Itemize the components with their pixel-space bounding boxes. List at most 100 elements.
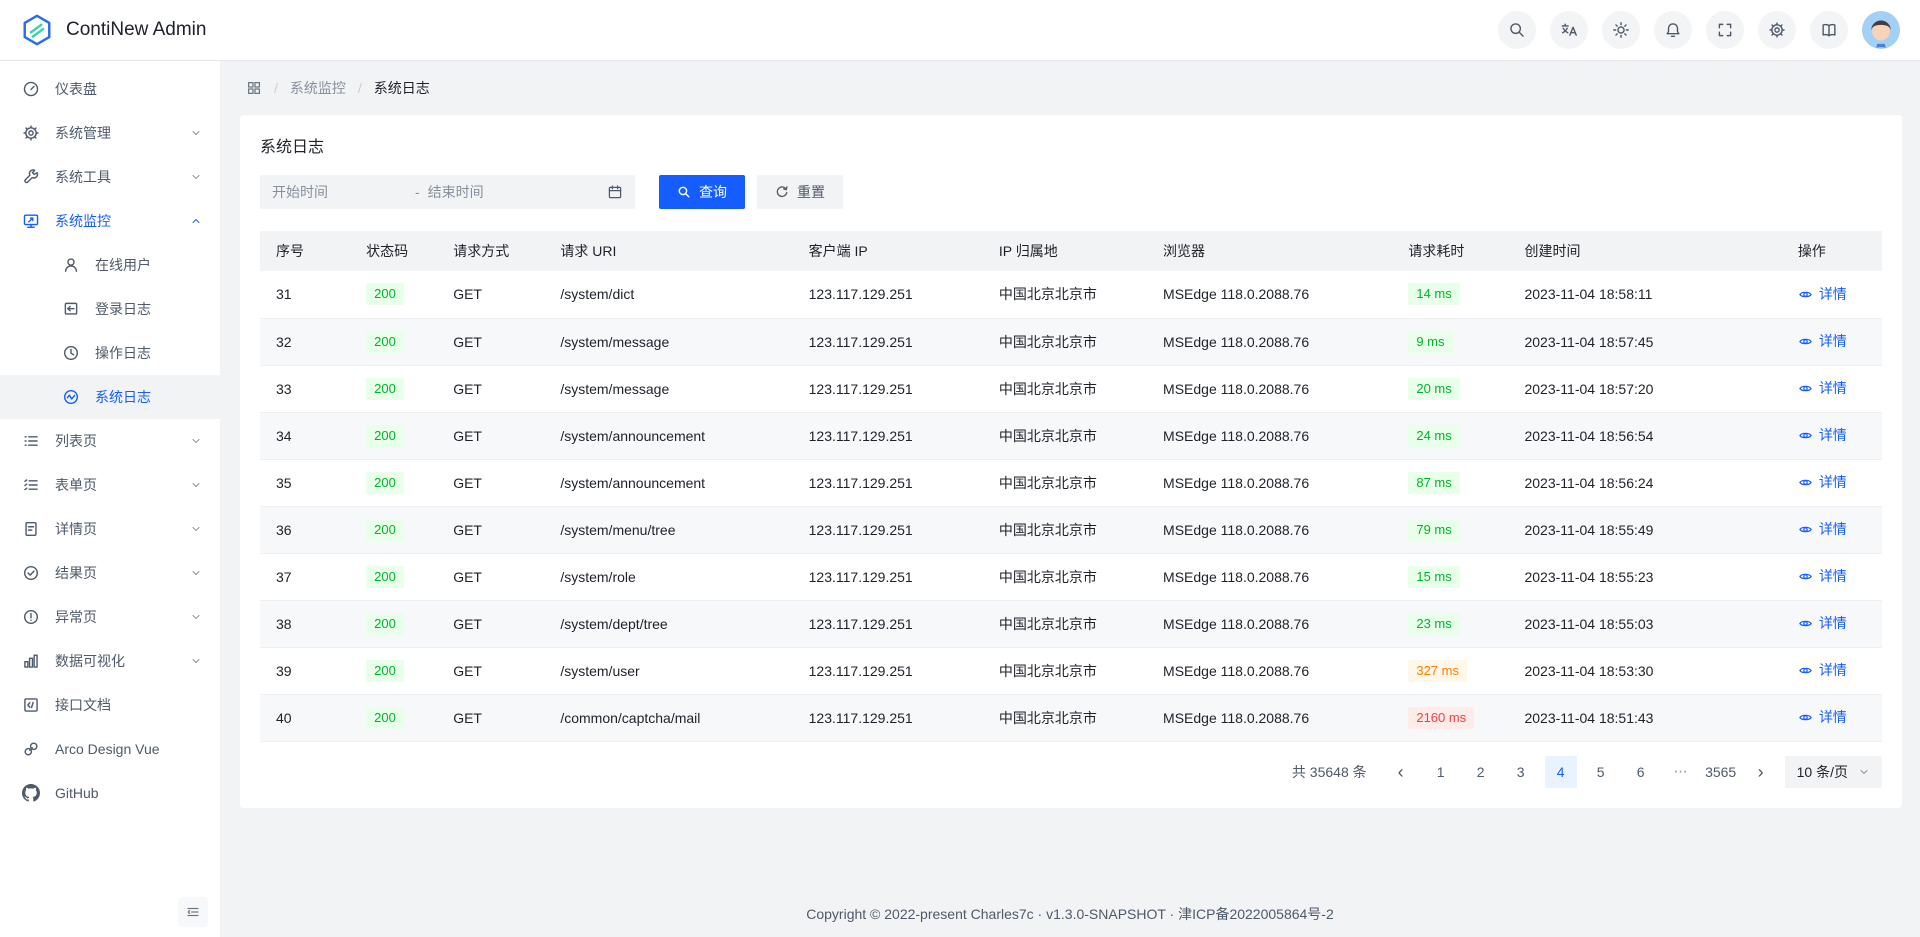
status-badge: 200 (366, 613, 404, 635)
cell-browser: MSEdge 118.0.2088.76 (1147, 271, 1392, 318)
cell-created: 2023-11-04 18:55:03 (1508, 600, 1781, 647)
brand-logo[interactable]: ContiNew Admin (20, 13, 206, 47)
detail-link[interactable]: 详情 (1798, 566, 1847, 586)
detail-link[interactable]: 详情 (1798, 519, 1847, 539)
fullscreen-button[interactable] (1706, 11, 1744, 49)
calendar-icon[interactable] (607, 184, 623, 200)
pagination-page-button[interactable]: 3565 (1705, 756, 1737, 788)
pagination-page-button[interactable]: 4 (1545, 756, 1577, 788)
sidebar-item-login-log[interactable]: 登录日志 (0, 287, 220, 331)
sidebar-item-label: 详情页 (55, 519, 175, 539)
eye-icon (1798, 334, 1813, 349)
col-method: 请求方式 (437, 231, 544, 271)
cell-client-ip: 123.117.129.251 (793, 506, 983, 553)
breadcrumb-item[interactable]: 系统监控 (290, 78, 346, 98)
search-button-label: 查询 (699, 182, 727, 202)
detail-link[interactable]: 详情 (1798, 660, 1847, 680)
sidebar-item-list-page[interactable]: 列表页 (0, 419, 220, 463)
pagination-page-button[interactable]: 2 (1465, 756, 1497, 788)
sidebar-item-arco-design-vue[interactable]: Arco Design Vue (0, 727, 220, 771)
start-time-input[interactable] (272, 184, 407, 200)
pagination-total: 共 35648 条 (1292, 762, 1367, 782)
sidebar-collapse-button[interactable] (178, 897, 208, 927)
sidebar-item-detail-page[interactable]: 详情页 (0, 507, 220, 551)
theme-toggle-button[interactable] (1602, 11, 1640, 49)
check-circle-icon (22, 564, 40, 582)
cell-client-ip: 123.117.129.251 (793, 647, 983, 694)
pagination-page-button[interactable]: ⋯ (1665, 756, 1697, 788)
status-badge: 200 (366, 566, 404, 588)
sidebar-item-api-docs[interactable]: 接口文档 (0, 683, 220, 727)
eye-icon (1798, 287, 1813, 302)
date-range-picker[interactable]: - (260, 175, 635, 209)
eye-icon (1798, 616, 1813, 631)
sidebar-item-result-page[interactable]: 结果页 (0, 551, 220, 595)
pagination-page-button[interactable]: 6 (1625, 756, 1657, 788)
cell-actions: 详情 (1782, 647, 1882, 694)
pagination-page-button[interactable]: 1 (1425, 756, 1457, 788)
sidebar-item-system-log[interactable]: 系统日志 (0, 375, 220, 419)
settings-button[interactable] (1758, 11, 1796, 49)
eye-icon (1798, 381, 1813, 396)
sidebar-item-system-management[interactable]: 系统管理 (0, 111, 220, 155)
notification-button[interactable] (1654, 11, 1692, 49)
cell-actions: 详情 (1782, 600, 1882, 647)
pagination-page-button[interactable]: 3 (1505, 756, 1537, 788)
reset-button[interactable]: 重置 (757, 175, 843, 209)
detail-link[interactable]: 详情 (1798, 331, 1847, 351)
cell-created: 2023-11-04 18:58:11 (1508, 271, 1781, 318)
sidebar-item-data-visualization[interactable]: 数据可视化 (0, 639, 220, 683)
sidebar-item-operation-log[interactable]: 操作日志 (0, 331, 220, 375)
sidebar-item-label: 数据可视化 (55, 651, 175, 671)
sidebar: 仪表盘 系统管理 系统工具 系 (0, 61, 220, 937)
history-clock-icon (62, 344, 80, 362)
detail-link[interactable]: 详情 (1798, 707, 1847, 727)
table-row: 36 200 GET /system/menu/tree 123.117.129… (260, 506, 1882, 553)
duration-badge: 20 ms (1408, 378, 1459, 400)
docs-button[interactable] (1810, 11, 1848, 49)
sidebar-item-label: 结果页 (55, 563, 175, 583)
cell-created: 2023-11-04 18:57:20 (1508, 365, 1781, 412)
detail-link[interactable]: 详情 (1798, 284, 1847, 304)
cell-client-ip: 123.117.129.251 (793, 553, 983, 600)
detail-link[interactable]: 详情 (1798, 613, 1847, 633)
docs-book-icon (1820, 21, 1838, 39)
search-button[interactable]: 查询 (659, 175, 745, 209)
detail-link[interactable]: 详情 (1798, 425, 1847, 445)
duration-badge: 327 ms (1408, 660, 1467, 682)
translate-button[interactable] (1550, 11, 1588, 49)
user-avatar[interactable] (1862, 11, 1900, 49)
sidebar-item-system-monitor[interactable]: 系统监控 (0, 199, 220, 243)
detail-link-label: 详情 (1819, 284, 1847, 304)
sidebar-item-github[interactable]: GitHub (0, 771, 220, 815)
sidebar-item-dashboard[interactable]: 仪表盘 (0, 67, 220, 111)
cell-client-ip: 123.117.129.251 (793, 459, 983, 506)
breadcrumb-home[interactable] (246, 80, 262, 96)
cell-browser: MSEdge 118.0.2088.76 (1147, 694, 1392, 741)
end-time-input[interactable] (428, 184, 599, 200)
cell-status: 200 (350, 694, 437, 741)
sidebar-item-online-users[interactable]: 在线用户 (0, 243, 220, 287)
detail-link[interactable]: 详情 (1798, 472, 1847, 492)
pagination-prev-button[interactable]: ‹ (1385, 756, 1417, 788)
cell-actions: 详情 (1782, 459, 1882, 506)
sidebar-item-form-page[interactable]: 表单页 (0, 463, 220, 507)
detail-link-label: 详情 (1819, 378, 1847, 398)
github-icon (22, 784, 40, 802)
sidebar-item-label: 系统管理 (55, 123, 175, 143)
cell-browser: MSEdge 118.0.2088.76 (1147, 318, 1392, 365)
search-button[interactable] (1498, 11, 1536, 49)
cell-uri: /system/user (544, 647, 792, 694)
cell-actions: 详情 (1782, 694, 1882, 741)
sidebar-item-exception-page[interactable]: 异常页 (0, 595, 220, 639)
sidebar-item-system-tools[interactable]: 系统工具 (0, 155, 220, 199)
search-icon (677, 185, 691, 199)
theme-light-sun-icon (1612, 21, 1630, 39)
cell-uri: /system/message (544, 318, 792, 365)
main-content: / 系统监控 / 系统日志 系统日志 - (220, 61, 1920, 937)
page-size-select[interactable]: 10 条/页 (1785, 756, 1882, 788)
sidebar-item-label: 在线用户 (95, 255, 202, 275)
pagination-next-button[interactable]: › (1745, 756, 1777, 788)
pagination-page-button[interactable]: 5 (1585, 756, 1617, 788)
detail-link[interactable]: 详情 (1798, 378, 1847, 398)
